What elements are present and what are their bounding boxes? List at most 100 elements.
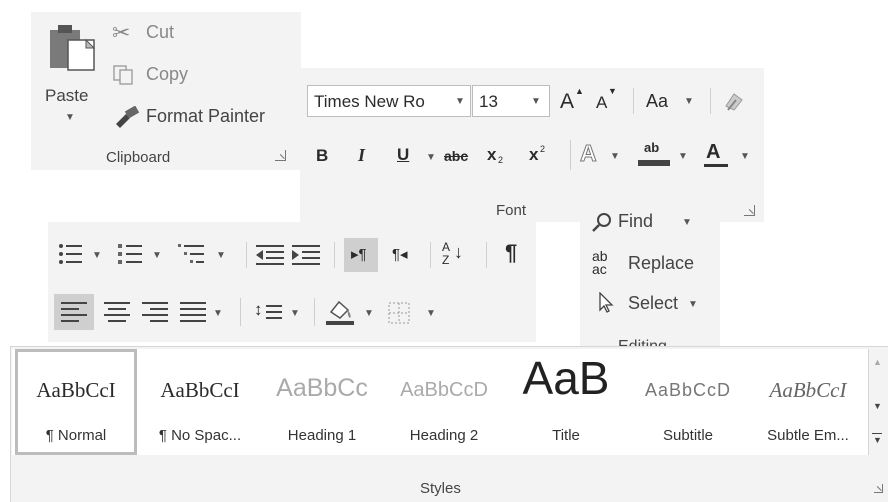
- style-normal[interactable]: AaBbCcI ¶ Normal: [15, 349, 137, 455]
- font-color-bar: [704, 164, 728, 167]
- multilevel-list-icon: [178, 244, 204, 263]
- align-left-button[interactable]: [54, 294, 94, 330]
- select-button[interactable]: Select ▼: [592, 290, 712, 318]
- font-color-icon: A: [706, 141, 721, 163]
- align-right-button[interactable]: [138, 294, 172, 330]
- superscript-button[interactable]: x 2: [529, 144, 555, 168]
- scroll-down-icon[interactable]: ▼: [873, 401, 882, 411]
- style-name: ¶ No Spac...: [158, 427, 242, 444]
- superscript-letter: x: [529, 145, 539, 164]
- style-subtitle[interactable]: AaBbCcD Subtitle: [627, 349, 749, 455]
- paragraph-separator: [246, 242, 247, 268]
- style-no-spacing[interactable]: AaBbCcI ¶ No Spac...: [139, 349, 261, 455]
- underline-chevron-icon[interactable]: ▼: [426, 152, 436, 163]
- justify-chevron-icon: ▼: [213, 308, 223, 319]
- subscript-letter: x: [487, 145, 497, 164]
- find-button[interactable]: Find ▼: [592, 208, 712, 236]
- paste-icon: [50, 25, 96, 71]
- line-spacing-icon: [266, 305, 282, 319]
- justify-button[interactable]: ▼: [176, 294, 230, 330]
- paste-button[interactable]: Paste ▼: [40, 18, 102, 128]
- find-label: Find: [618, 211, 654, 231]
- change-case-button[interactable]: Aa ▼: [644, 86, 700, 116]
- numbering-button[interactable]: ▼: [118, 240, 168, 270]
- paste-dropdown-chevron-icon[interactable]: ▼: [65, 112, 75, 123]
- bullets-icon: [59, 244, 82, 264]
- style-sample: AaBbCcD: [644, 380, 732, 400]
- align-center-button[interactable]: [100, 294, 134, 330]
- bold-button[interactable]: B: [316, 146, 328, 166]
- replace-icon: ab ac: [592, 248, 608, 277]
- replace-label: Replace: [628, 253, 695, 273]
- copy-label: Copy: [146, 64, 189, 84]
- replace-button[interactable]: ab ac Replace: [592, 248, 712, 278]
- multilevel-list-button[interactable]: ▼: [178, 240, 234, 270]
- align-center-icon: [104, 302, 130, 322]
- borders-button[interactable]: ▼: [386, 294, 438, 330]
- find-chevron-icon: ▼: [682, 217, 692, 228]
- shrink-arrow-icon: ▼: [608, 86, 617, 96]
- more-styles-icon[interactable]: ▼: [871, 429, 883, 447]
- font-name-value: Times New Ro: [314, 92, 425, 111]
- strikethrough-button[interactable]: abc: [444, 148, 468, 164]
- style-heading-1[interactable]: AaBbCc Heading 1: [261, 349, 383, 455]
- font-size-dropdown[interactable]: 13 ▼: [472, 85, 550, 117]
- align-right-icon: [142, 302, 168, 322]
- numbering-chevron-icon: ▼: [152, 250, 162, 261]
- sort-a-icon: A: [442, 240, 451, 254]
- format-painter-icon: [116, 106, 140, 128]
- align-left-icon: [61, 302, 87, 322]
- text-effects-button[interactable]: A ▼: [580, 140, 630, 170]
- line-spacing-arrows-icon: ↕: [254, 300, 263, 319]
- superscript-mark: 2: [540, 144, 546, 154]
- right-to-left-button[interactable]: ¶◂: [386, 238, 420, 272]
- shrink-font-button[interactable]: A ▼: [594, 86, 624, 116]
- style-name: Heading 2: [409, 427, 479, 444]
- change-case-label: Aa: [646, 91, 669, 111]
- format-painter-label: Format Painter: [146, 106, 266, 126]
- subscript-button[interactable]: x 2: [487, 144, 513, 168]
- grow-font-icon: A: [560, 90, 575, 113]
- borders-chevron-icon: ▼: [426, 308, 436, 319]
- font-separator: [633, 88, 634, 114]
- style-heading-2[interactable]: AaBbCcD Heading 2: [383, 349, 505, 455]
- borders-icon: [388, 302, 410, 324]
- more-styles-line: [872, 433, 882, 434]
- clear-formatting-button[interactable]: [718, 86, 750, 116]
- left-to-right-icon: ▸¶: [351, 246, 367, 263]
- font-separator: [570, 140, 571, 170]
- increase-indent-button[interactable]: [292, 242, 322, 268]
- text-effects-chevron-icon: ▼: [610, 151, 620, 162]
- sort-button[interactable]: A Z ↓: [440, 240, 470, 270]
- style-title[interactable]: AaB Title: [505, 349, 627, 455]
- change-case-chevron-icon: ▼: [684, 96, 694, 107]
- clipboard-group-label: Clipboard: [106, 149, 171, 166]
- font-size-chevron-icon: ▼: [531, 96, 541, 107]
- highlight-button[interactable]: ab ▼: [638, 140, 698, 170]
- line-spacing-chevron-icon: ▼: [290, 308, 300, 319]
- clipboard-dialog-launcher-icon[interactable]: [275, 150, 286, 161]
- paragraph-separator: [314, 298, 315, 326]
- style-name: Subtle Em...: [767, 427, 849, 444]
- style-subtle-emphasis[interactable]: AaBbCcI Subtle Em...: [749, 349, 867, 455]
- font-dialog-launcher-icon[interactable]: [744, 205, 755, 216]
- copy-icon: [113, 65, 133, 85]
- styles-dialog-launcher-icon[interactable]: [874, 484, 883, 493]
- decrease-indent-button[interactable]: [256, 242, 286, 268]
- text-effects-icon: A: [580, 140, 598, 167]
- increase-indent-icon: [292, 245, 320, 265]
- font-color-button[interactable]: A ▼: [704, 140, 760, 170]
- underline-button[interactable]: U: [397, 145, 409, 165]
- show-marks-button[interactable]: ¶: [505, 240, 517, 266]
- style-sample: AaB: [522, 352, 610, 404]
- left-to-right-button[interactable]: ▸¶: [344, 238, 378, 272]
- bullets-button[interactable]: ▼: [58, 240, 108, 270]
- scroll-up-icon[interactable]: ▲: [873, 357, 882, 367]
- grow-font-button[interactable]: A ▲: [558, 86, 588, 116]
- italic-button[interactable]: I: [358, 145, 365, 166]
- line-spacing-button[interactable]: ↕ ▼: [252, 294, 304, 330]
- shading-button[interactable]: ▼: [326, 294, 378, 330]
- search-icon: [592, 213, 611, 232]
- font-name-dropdown[interactable]: Times New Ro ▼: [307, 85, 471, 117]
- format-painter-button[interactable]: Format Painter: [112, 104, 292, 130]
